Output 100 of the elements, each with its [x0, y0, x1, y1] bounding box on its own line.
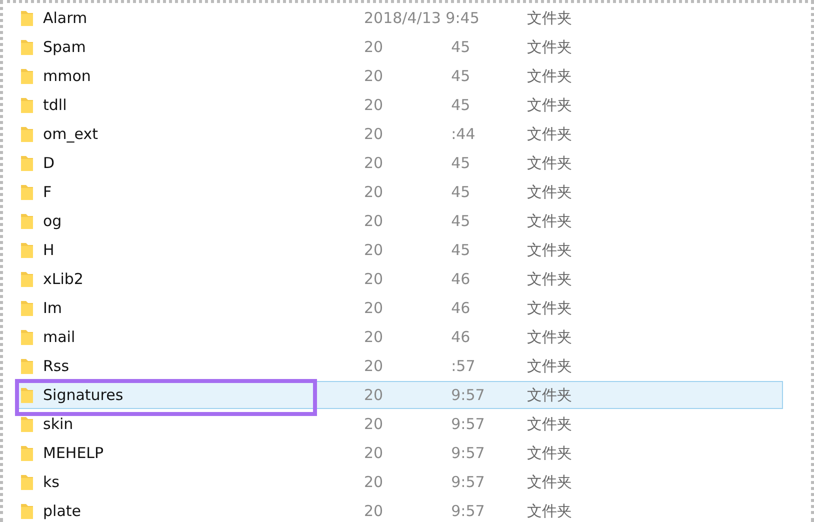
file-row[interactable]: xLib2 20 46 文件夹 — [18, 269, 783, 289]
folder-icon — [21, 68, 33, 84]
file-name: D — [43, 154, 55, 172]
file-time: 45 — [451, 241, 470, 259]
file-time: 46 — [451, 270, 470, 288]
file-row[interactable]: Spam 20 45 文件夹 — [18, 37, 783, 57]
file-name: Spam — [43, 38, 86, 56]
file-type: 文件夹 — [527, 386, 572, 404]
file-date: 20 — [364, 270, 384, 288]
file-type: 文件夹 — [527, 66, 572, 86]
file-time: 45 — [451, 96, 470, 114]
file-name: ks — [43, 473, 60, 491]
file-date: 20 — [364, 241, 384, 259]
file-name: om_ext — [43, 125, 98, 143]
file-row[interactable]: MEHELP 20 9:57 文件夹 — [18, 443, 783, 463]
file-type: 文件夹 — [527, 414, 572, 434]
file-time: :57 — [451, 357, 476, 375]
folder-icon — [21, 503, 33, 519]
file-date: 20 — [364, 415, 384, 433]
file-time: 45 — [451, 38, 470, 56]
file-date: 20 — [364, 299, 384, 317]
file-time: 45 — [451, 154, 470, 172]
file-type: 文件夹 — [527, 212, 572, 230]
file-time: 9:57 — [451, 415, 485, 433]
file-date: 20 — [364, 96, 384, 114]
file-date: 20 — [364, 473, 384, 491]
file-date: 20 — [364, 386, 384, 404]
file-date: 20 — [364, 444, 384, 462]
folder-icon — [21, 242, 33, 258]
folder-icon — [21, 97, 33, 113]
file-time: 45 — [451, 67, 470, 85]
file-date: 20 — [364, 67, 384, 85]
file-date: 20 — [364, 357, 384, 375]
folder-icon — [21, 329, 33, 345]
file-type: 文件夹 — [527, 124, 572, 144]
file-row[interactable]: Alarm 2018/4/13 9:45 文件夹 — [18, 8, 783, 28]
file-type: 文件夹 — [527, 182, 572, 202]
folder-icon — [21, 39, 33, 55]
file-time: 9:57 — [451, 386, 485, 404]
folder-icon — [21, 474, 33, 490]
file-time: 45 — [451, 212, 470, 230]
file-name: Rss — [43, 357, 70, 375]
file-row[interactable]: mail 20 46 文件夹 — [18, 327, 783, 347]
file-row[interactable]: D 20 45 文件夹 — [18, 153, 783, 173]
file-row[interactable]: tdll 20 45 文件夹 — [18, 95, 783, 115]
file-type: 文件夹 — [527, 356, 572, 376]
file-time: 9:57 — [451, 502, 485, 520]
file-type: 文件夹 — [527, 8, 572, 28]
file-row[interactable]: mmon 20 45 文件夹 — [18, 66, 783, 86]
file-name: mmon — [43, 67, 91, 85]
file-name: Im — [43, 299, 62, 317]
file-row[interactable]: Signatures 20 9:57 文件夹 — [18, 381, 783, 409]
file-time: 45 — [451, 183, 470, 201]
file-row[interactable]: plate 20 9:57 文件夹 — [18, 501, 783, 521]
folder-icon — [21, 213, 33, 229]
file-date: 20 — [364, 125, 384, 143]
file-row[interactable]: H 20 45 文件夹 — [18, 240, 783, 260]
file-row[interactable]: F 20 45 文件夹 — [18, 182, 783, 202]
file-name: H — [43, 241, 54, 259]
file-name: og — [43, 212, 62, 230]
file-date: 20 — [364, 38, 384, 56]
file-date: 20 — [364, 502, 384, 520]
file-name: Signatures — [43, 386, 124, 404]
file-name: plate — [43, 502, 81, 520]
file-type: 文件夹 — [527, 38, 572, 56]
file-type: 文件夹 — [527, 270, 572, 288]
folder-icon — [21, 271, 33, 287]
folder-icon — [21, 300, 33, 316]
file-name: MEHELP — [43, 444, 104, 462]
file-name: xLib2 — [43, 270, 84, 288]
file-date: 2018/4/13 9:45 — [364, 9, 480, 27]
file-date: 20 — [364, 328, 384, 346]
file-type: 文件夹 — [527, 298, 572, 318]
file-row[interactable]: og 20 45 文件夹 — [18, 211, 783, 231]
file-type: 文件夹 — [527, 444, 572, 462]
folder-icon — [21, 155, 33, 171]
file-type: 文件夹 — [527, 96, 572, 114]
file-row[interactable]: Rss 20 :57 文件夹 — [18, 356, 783, 376]
file-row[interactable]: ks 20 9:57 文件夹 — [18, 472, 783, 492]
file-row[interactable]: Im 20 46 文件夹 — [18, 298, 783, 318]
file-time: 9:57 — [451, 444, 485, 462]
file-type: 文件夹 — [527, 154, 572, 172]
file-type: 文件夹 — [527, 328, 572, 346]
file-row[interactable]: skin 20 9:57 文件夹 — [18, 414, 783, 434]
folder-icon — [21, 184, 33, 200]
file-name: tdll — [43, 96, 67, 114]
file-name: Alarm — [43, 9, 88, 27]
file-time: 46 — [451, 299, 470, 317]
file-time: 9:57 — [451, 473, 485, 491]
file-name: skin — [43, 415, 74, 433]
file-time: :44 — [451, 125, 476, 143]
file-type: 文件夹 — [527, 472, 572, 492]
file-type: 文件夹 — [527, 240, 572, 260]
file-date: 20 — [364, 183, 384, 201]
file-type: 文件夹 — [527, 502, 572, 520]
file-row[interactable]: om_ext 20 :44 文件夹 — [18, 124, 783, 144]
folder-icon — [21, 10, 33, 26]
folder-icon — [21, 126, 33, 142]
folder-icon — [21, 387, 33, 403]
file-time: 46 — [451, 328, 470, 346]
